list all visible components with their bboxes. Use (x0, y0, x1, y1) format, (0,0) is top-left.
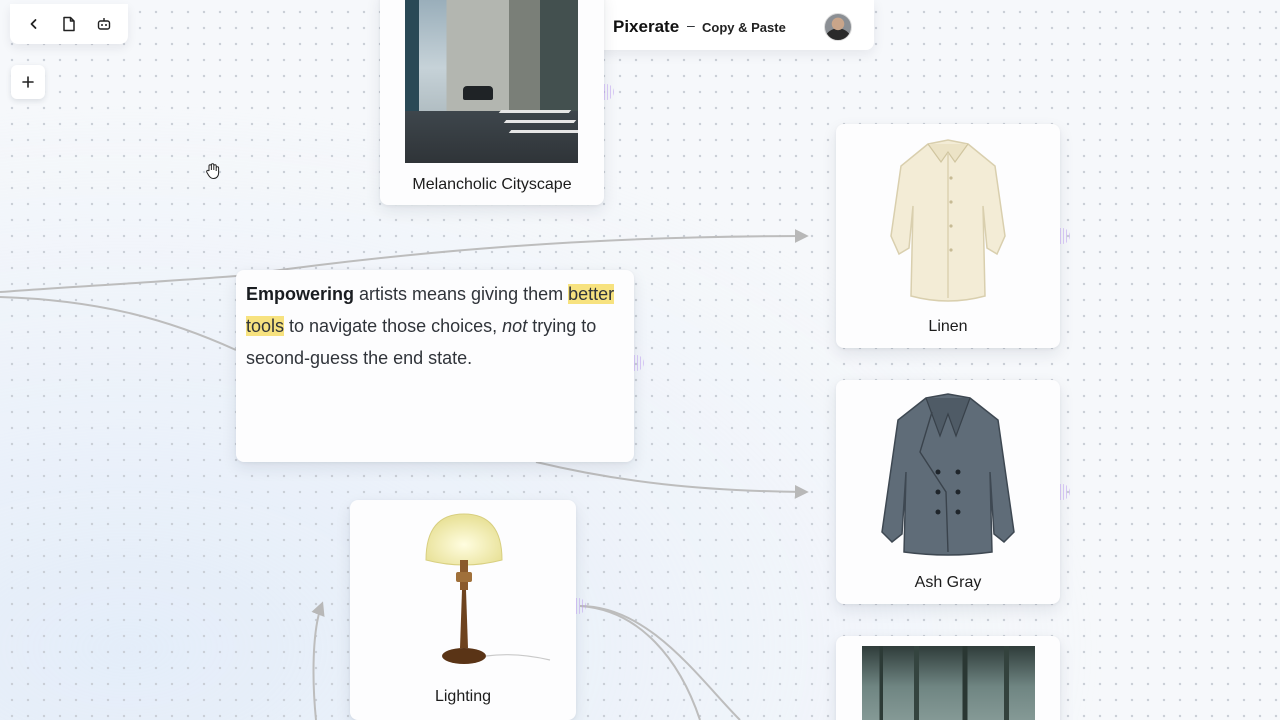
text-note-node[interactable]: Empowering artists means giving them bet… (236, 270, 634, 462)
back-button[interactable] (20, 10, 48, 38)
node-handle[interactable] (1060, 228, 1070, 244)
image-node-linen[interactable]: Linen (836, 124, 1060, 348)
edge-to-lighting (311, 601, 325, 720)
canvas-toolbar (10, 4, 128, 44)
edge-lighting-out-1 (579, 605, 701, 720)
chevron-left-icon (30, 19, 37, 29)
add-node-button[interactable] (11, 65, 45, 99)
node-caption: Lighting (434, 688, 492, 705)
note-text-part: to navigate those choices, (284, 316, 503, 336)
avatar[interactable] (824, 13, 852, 41)
app-name: Pixerate (613, 17, 680, 36)
lamp-image (425, 513, 551, 664)
node-caption: Linen (928, 318, 968, 335)
edge-left-lower (0, 296, 237, 351)
edge-note-to-ashgray (535, 461, 809, 499)
cityscape-image (405, 0, 578, 163)
robot-icon (98, 18, 111, 30)
node-handle[interactable] (576, 598, 586, 614)
linen-shirt-image (890, 139, 1006, 302)
note-text-part: artists means giving them (354, 284, 569, 304)
image-node-lighting[interactable]: Lighting (350, 500, 576, 720)
edge-left-to-note (0, 275, 237, 293)
image-node-cityscape[interactable]: Melancholic Cityscape (380, 0, 604, 205)
document-icon (63, 16, 75, 32)
robot-button[interactable] (90, 10, 118, 38)
title-separator: – (687, 17, 695, 33)
image-node-ash-gray[interactable]: Ash Gray (836, 380, 1060, 604)
node-handle[interactable] (604, 84, 614, 100)
document-title[interactable]: Copy & Paste (702, 20, 786, 35)
app-header: Pixerate – Copy & Paste (584, 0, 874, 50)
note-text: Empowering artists means giving them bet… (246, 278, 624, 374)
note-bold-text: Empowering (246, 284, 355, 304)
plus-icon (22, 76, 34, 88)
note-italic-text: not (502, 316, 528, 336)
document-button[interactable] (55, 10, 83, 38)
image-node-forest[interactable] (836, 636, 1060, 720)
hand-grab-icon (206, 163, 220, 180)
forest-image (862, 646, 1035, 720)
edge-lighting-out-2 (579, 605, 741, 720)
node-caption: Ash Gray (914, 574, 982, 591)
node-handle[interactable] (1060, 484, 1070, 500)
node-handle[interactable] (634, 355, 644, 371)
ash-gray-coat-image (881, 393, 1015, 556)
node-caption: Melancholic Cityscape (412, 176, 572, 193)
